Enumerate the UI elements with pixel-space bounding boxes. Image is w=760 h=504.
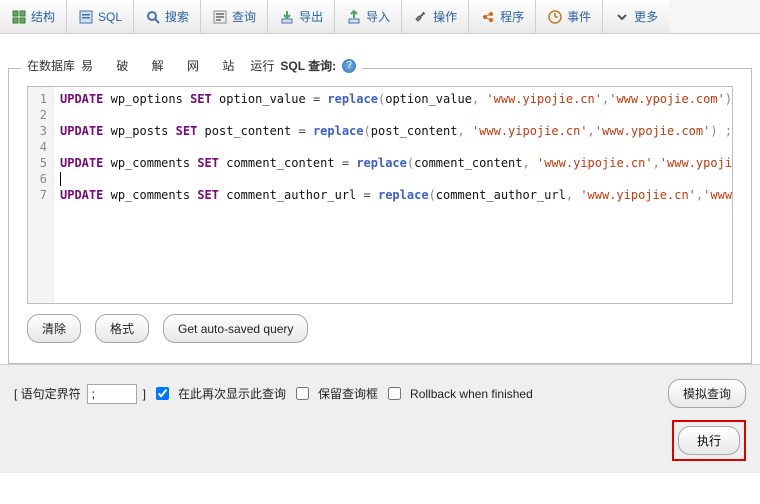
sql-icon — [78, 9, 94, 25]
code-area[interactable]: UPDATE wp_options SET option_value = rep… — [54, 87, 732, 303]
line-gutter: 1 2 3 4 5 6 7 — [28, 87, 54, 303]
panel-header: 在数据库 易 破 解 网 站 运行 SQL 查询: ? — [21, 57, 362, 74]
simulate-button[interactable]: 模拟查询 — [668, 379, 746, 408]
tab-label: 更多 — [634, 8, 658, 25]
tab-label: 导出 — [299, 8, 323, 25]
tab-events[interactable]: 事件 — [536, 0, 603, 33]
tab-label: 事件 — [567, 8, 591, 25]
tab-label: 程序 — [500, 8, 524, 25]
sql-panel: 在数据库 易 破 解 网 站 运行 SQL 查询: ? 1 2 3 4 5 6 … — [8, 68, 752, 364]
bottom-row-execute: 执行 — [14, 420, 746, 461]
query-icon — [212, 9, 228, 25]
bottom-row-options: [ 语句定界符 ] 在此再次显示此查询 保留查询框 Rollback when … — [14, 379, 746, 408]
clear-button[interactable]: 清除 — [27, 314, 81, 343]
keepbox-label[interactable]: 保留查询框 — [318, 385, 378, 402]
keepbox-checkbox[interactable] — [296, 387, 309, 400]
editor-button-row: 清除 格式 Get auto-saved query — [27, 314, 733, 343]
tab-struct[interactable]: 结构 — [0, 0, 67, 33]
import-icon — [346, 9, 362, 25]
help-icon[interactable]: ? — [342, 59, 356, 73]
tab-search[interactable]: 搜索 — [134, 0, 201, 33]
more-icon — [614, 9, 630, 25]
routines-icon — [480, 9, 496, 25]
execute-button[interactable]: 执行 — [678, 426, 740, 455]
panel-run: 运行 — [250, 57, 274, 74]
delimiter-input[interactable] — [87, 384, 137, 404]
tab-sql[interactable]: SQL — [67, 0, 134, 33]
rollback-label[interactable]: Rollback when finished — [410, 387, 533, 401]
bottom-bar: [ 语句定界符 ] 在此再次显示此查询 保留查询框 Rollback when … — [0, 364, 760, 473]
tab-label: 结构 — [31, 8, 55, 25]
search-icon — [145, 9, 161, 25]
top-toolbar: 结构 SQL 搜索 查询 导出 导入 操作 程序 事件 更多 — [0, 0, 760, 34]
sql-editor[interactable]: 1 2 3 4 5 6 7 UPDATE wp_options SET opti… — [27, 86, 733, 304]
database-name: 易 破 解 网 站 — [81, 57, 244, 74]
format-button[interactable]: 格式 — [95, 314, 149, 343]
tab-wrench[interactable]: 操作 — [402, 0, 469, 33]
execute-highlight: 执行 — [672, 420, 746, 461]
tab-export[interactable]: 导出 — [268, 0, 335, 33]
export-icon — [279, 9, 295, 25]
tab-label: 查询 — [232, 8, 256, 25]
tab-label: 搜索 — [165, 8, 189, 25]
tab-query[interactable]: 查询 — [201, 0, 268, 33]
retain-checkbox[interactable] — [156, 387, 169, 400]
retain-label[interactable]: 在此再次显示此查询 — [178, 385, 286, 402]
rollback-checkbox[interactable] — [388, 387, 401, 400]
tab-import[interactable]: 导入 — [335, 0, 402, 33]
events-icon — [547, 9, 563, 25]
delimiter-label-open: [ 语句定界符 — [14, 385, 81, 402]
panel-sql: SQL 查询: — [280, 57, 336, 74]
tab-label: 导入 — [366, 8, 390, 25]
tab-label: SQL — [98, 10, 122, 24]
tab-more[interactable]: 更多 — [603, 0, 669, 33]
tab-routines[interactable]: 程序 — [469, 0, 536, 33]
wrench-icon — [413, 9, 429, 25]
delimiter-label-close: ] — [143, 387, 146, 401]
get-autosaved-button[interactable]: Get auto-saved query — [163, 314, 308, 343]
panel-prefix: 在数据库 — [27, 57, 75, 74]
struct-icon — [11, 9, 27, 25]
tab-label: 操作 — [433, 8, 457, 25]
